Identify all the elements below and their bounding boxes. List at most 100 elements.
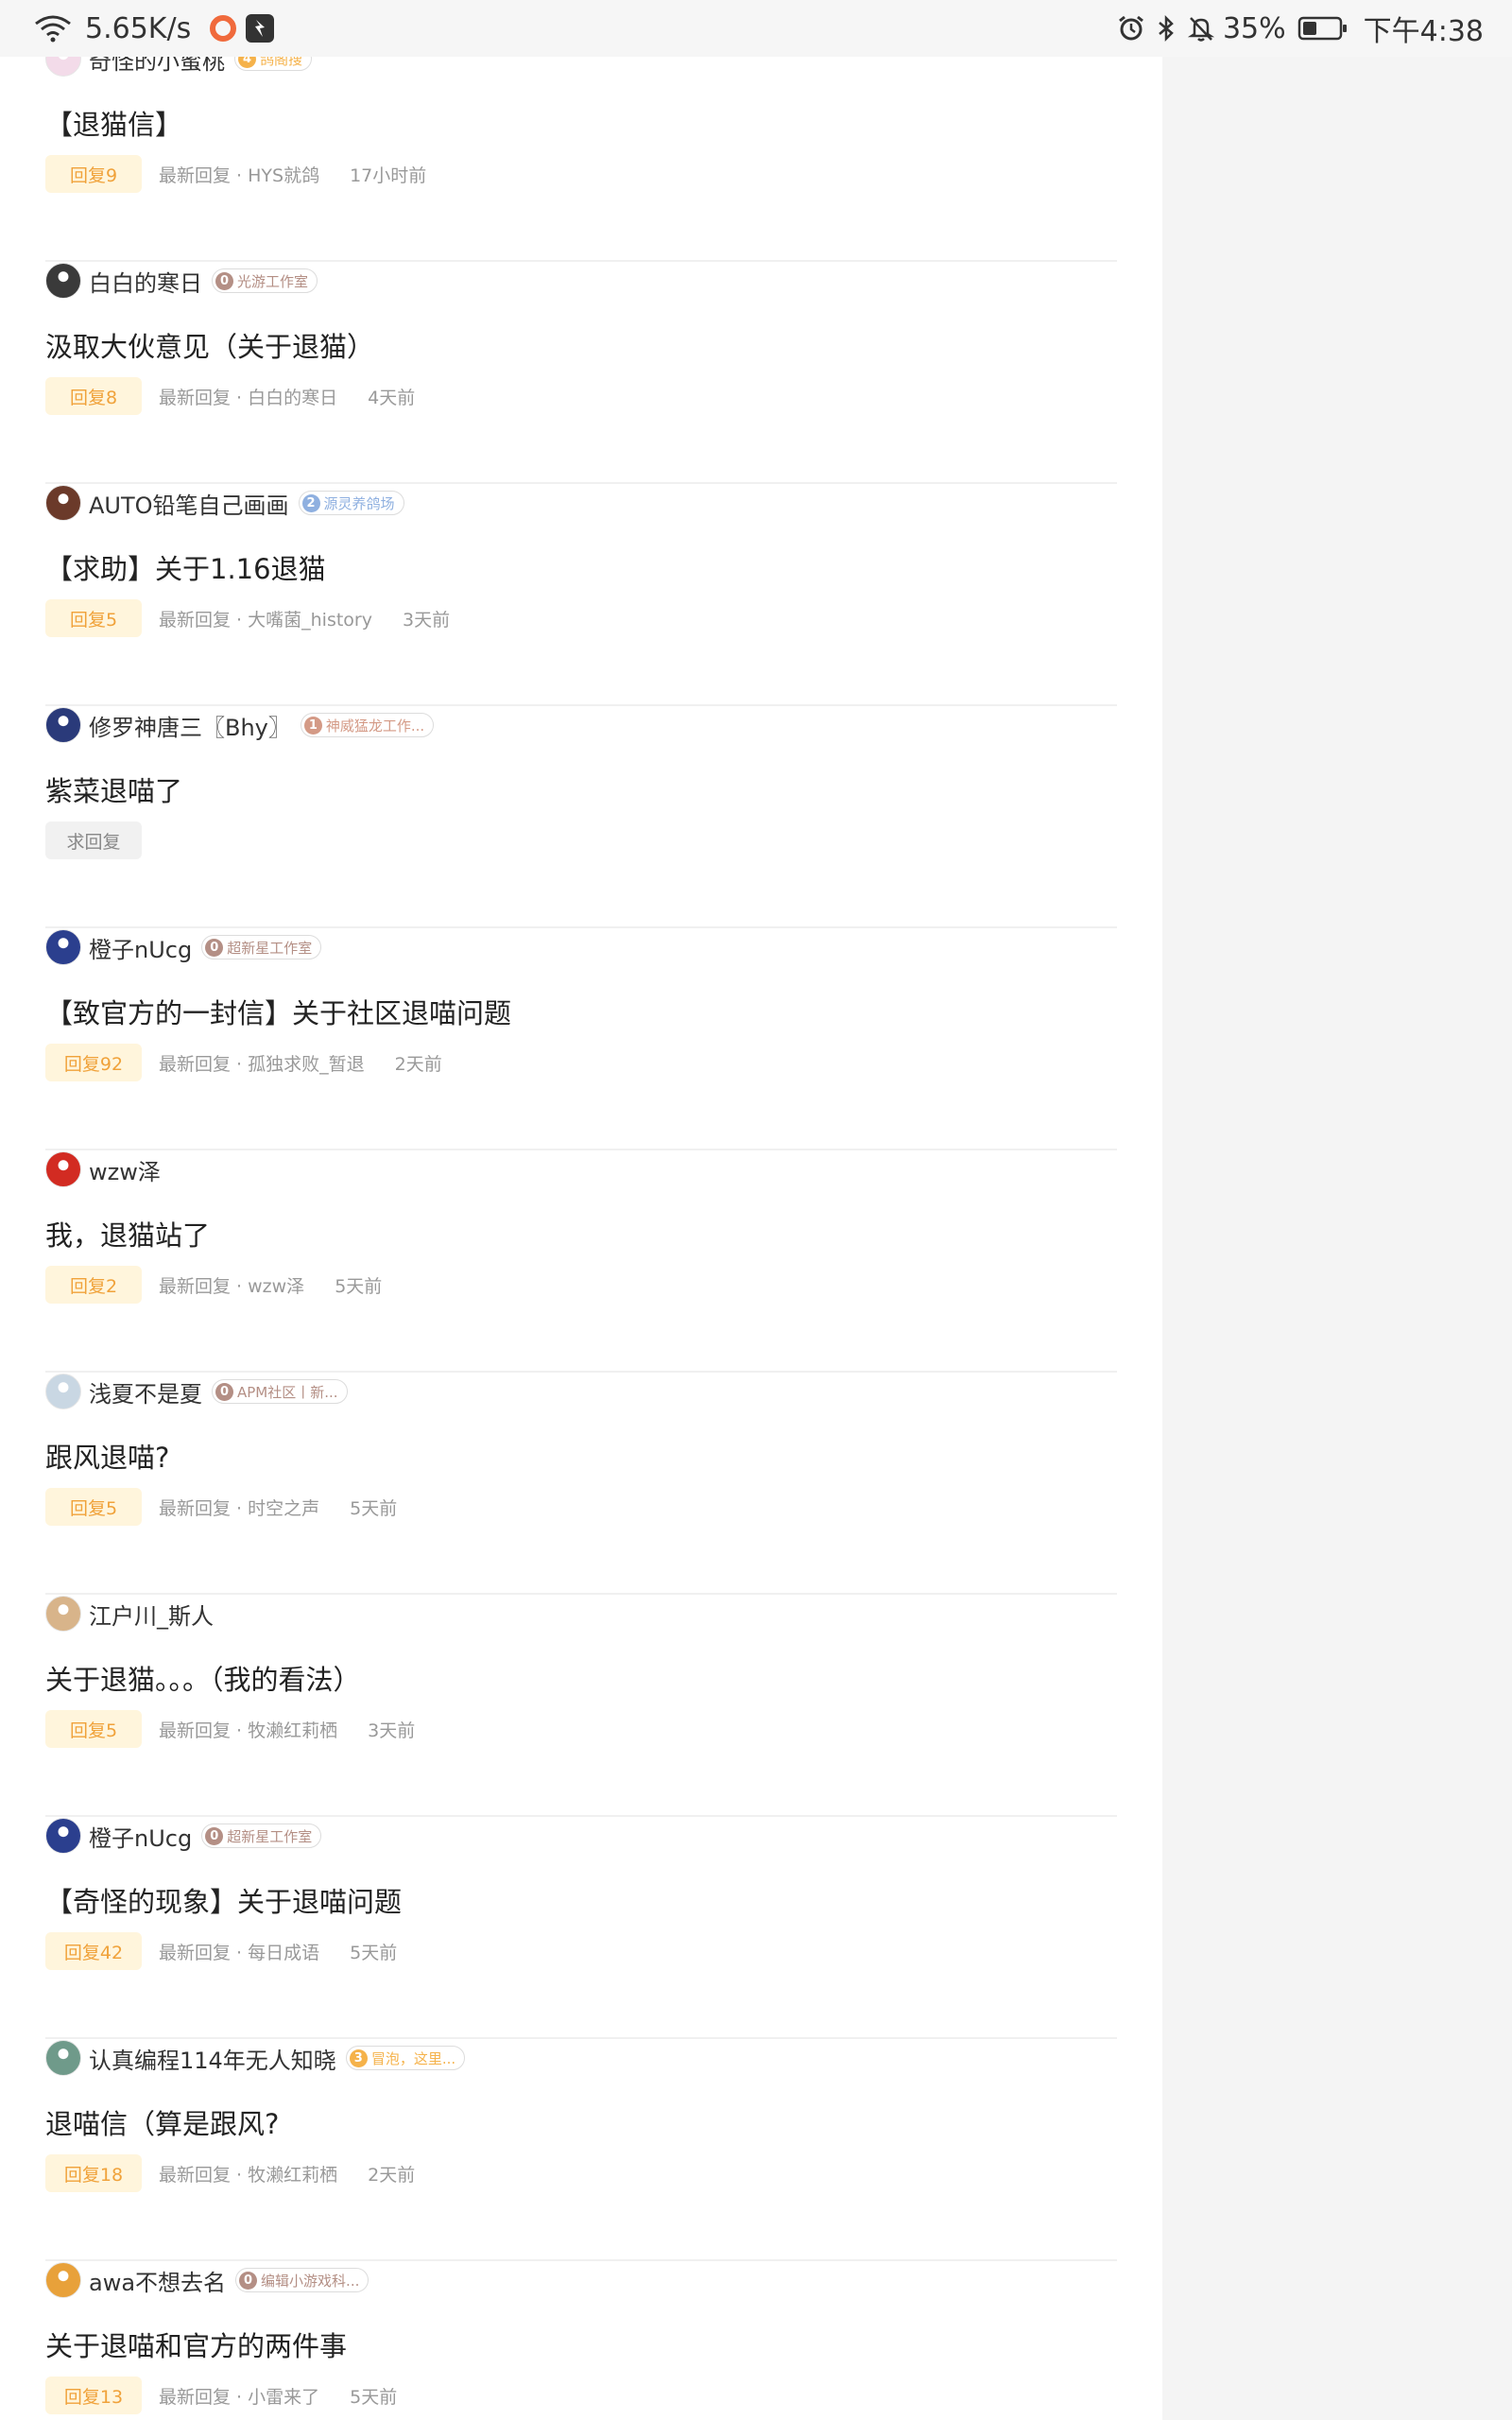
author-name[interactable]: 橙子nUcg [89, 931, 192, 964]
post-item[interactable]: 白白的寒日 0 光游工作室 汲取大伙意见（关于退猫） 回复8 最新回复 · 白白的寒日 4天… [45, 262, 1117, 484]
bluetooth-icon [1157, 14, 1176, 43]
reply-count-badge[interactable]: 回复18 [45, 2154, 142, 2192]
studio-tag[interactable]: 0 超新星工作室 [201, 1824, 322, 1848]
avatar[interactable] [45, 929, 81, 965]
post-title[interactable]: 【奇怪的现象】关于退喵问题 [45, 1880, 402, 1920]
latest-reply-user[interactable]: 大嘴菌_history [248, 610, 372, 631]
latest-reply-user[interactable]: 白白的寒日 [248, 388, 337, 408]
post-item[interactable]: 认真编程114年无人知晓 3 冒泡，这里... 退喵信（算是跟风? 回复18 最新回复 ·… [45, 2039, 1117, 2261]
post-title[interactable]: 关于退猫。。。（我的看法） [45, 1658, 361, 1698]
latest-reply-user[interactable]: 每日成语 [248, 1943, 319, 1963]
latest-reply: 最新回复 · 小雷来了 [159, 2383, 319, 2409]
latest-reply: 最新回复 · HYS就鸽 [159, 162, 319, 187]
avatar[interactable] [45, 1818, 81, 1854]
post-time: 2天前 [368, 2164, 416, 2186]
latest-reply-user[interactable]: wzw泽 [248, 1276, 304, 1297]
latest-reply: 最新回复 · 牧濑红莉栖 [159, 1717, 337, 1742]
post-meta: 回复5 最新回复 · 时空之声 5天前 [45, 1488, 397, 1526]
reply-count-badge[interactable]: 回复5 [45, 1488, 142, 1526]
avatar[interactable] [45, 2262, 81, 2298]
studio-tag[interactable]: 0 光游工作室 [212, 268, 318, 293]
latest-reply-user[interactable]: HYS就鸽 [248, 165, 319, 186]
author-name[interactable]: awa不想去名 [89, 2264, 226, 2297]
latest-reply-user[interactable]: 小雷来了 [248, 2387, 319, 2408]
latest-reply-user[interactable]: 牧濑红莉栖 [248, 1720, 337, 1741]
reply-count-badge[interactable]: 回复8 [45, 377, 142, 415]
studio-tag[interactable]: 1 神威猛龙工作... [300, 713, 435, 737]
post-item[interactable]: 奇怪的小蜜桃 4 鸽阁搜 【退猫信】 回复9 最新回复 · HYS就鸽 17小时前 [45, 40, 1117, 262]
battery-icon [1297, 14, 1349, 43]
latest-reply: 最新回复 · 大嘴菌_history [159, 606, 372, 631]
mute-bell-icon [1187, 14, 1215, 43]
screen: 奇怪的小蜜桃 4 鸽阁搜 【退猫信】 回复9 最新回复 · HYS就鸽 17小时前 白白的寒日… [0, 0, 1512, 2420]
reply-count-badge[interactable]: 求回复 [45, 821, 142, 859]
author-name[interactable]: 认真编程114年无人知晓 [89, 2042, 336, 2075]
author-row: 橙子nUcg 0 超新星工作室 [45, 928, 322, 966]
studio-tag[interactable]: 2 源灵养鸽场 [298, 491, 404, 515]
post-title[interactable]: 紫菜退喵了 [45, 769, 182, 809]
post-title[interactable]: 跟风退喵? [45, 1436, 169, 1476]
studio-tag-label: 编辑小游戏科... [261, 2272, 360, 2290]
author-row: wzw泽 [45, 1150, 161, 1188]
post-item[interactable]: 江户川_斯人 关于退猫。。。（我的看法） 回复5 最新回复 · 牧濑红莉栖 3天前 [45, 1595, 1117, 1817]
studio-tag-label: 神威猛龙工作... [325, 717, 425, 735]
author-row: AUTO铅笔自己画画 2 源灵养鸽场 [45, 484, 404, 522]
reply-count-badge[interactable]: 回复9 [45, 155, 142, 193]
latest-reply-prefix: 最新回复 · [159, 387, 249, 408]
author-name[interactable]: 修罗神唐三〖Bhy〗 [89, 709, 291, 742]
author-name[interactable]: 浅夏不是夏 [89, 1375, 202, 1409]
post-item[interactable]: 修罗神唐三〖Bhy〗 1 神威猛龙工作... 紫菜退喵了求回复 [45, 706, 1117, 928]
reply-count-badge[interactable]: 回复42 [45, 1932, 142, 1970]
post-meta: 回复92 最新回复 · 孤独求败_暂退 2天前 [45, 1044, 442, 1081]
post-title[interactable]: 【求助】关于1.16退猫 [45, 547, 326, 587]
post-item[interactable]: AUTO铅笔自己画画 2 源灵养鸽场【求助】关于1.16退猫 回复5 最新回复 · 大嘴… [45, 484, 1117, 706]
reply-count-badge[interactable]: 回复13 [45, 2377, 142, 2414]
post-title[interactable]: 【致官方的一封信】关于社区退喵问题 [45, 992, 511, 1031]
post-title[interactable]: 退喵信（算是跟风? [45, 2102, 279, 2142]
author-name[interactable]: 白白的寒日 [89, 265, 202, 298]
post-item[interactable]: 橙子nUcg 0 超新星工作室 【奇怪的现象】关于退喵问题 回复42 最新回复 · 每日成… [45, 1817, 1117, 2039]
avatar[interactable] [45, 1151, 81, 1187]
post-item[interactable]: awa不想去名 0 编辑小游戏科... 关于退喵和官方的两件事 回复13 最新回复 · 小… [45, 2261, 1117, 2420]
level-badge: 0 [239, 2271, 258, 2290]
post-feed[interactable]: 奇怪的小蜜桃 4 鸽阁搜 【退猫信】 回复9 最新回复 · HYS就鸽 17小时前 白白的寒日… [0, 0, 1162, 2420]
reply-count-badge[interactable]: 回复5 [45, 1710, 142, 1748]
studio-tag[interactable]: 0 编辑小游戏科... [235, 2268, 369, 2292]
latest-reply-user[interactable]: 时空之声 [248, 1498, 319, 1519]
wifi-icon [34, 14, 72, 43]
latest-reply-user[interactable]: 孤独求败_暂退 [248, 1054, 365, 1075]
latest-reply-prefix: 最新回复 · [159, 1720, 249, 1741]
avatar[interactable] [45, 2040, 81, 2076]
post-title[interactable]: 我，退猫站了 [45, 1214, 210, 1253]
studio-tag-label: 光游工作室 [237, 272, 309, 290]
clock: 下午4:38 [1363, 15, 1484, 48]
post-title[interactable]: 关于退喵和官方的两件事 [45, 2325, 347, 2364]
avatar[interactable] [45, 1374, 81, 1409]
latest-reply-prefix: 最新回复 · [159, 609, 249, 631]
latest-reply-prefix: 最新回复 · [159, 1053, 249, 1075]
post-title[interactable]: 【退猫信】 [45, 103, 182, 143]
latest-reply-user[interactable]: 牧濑红莉栖 [248, 2165, 337, 2186]
avatar[interactable] [45, 263, 81, 299]
post-item[interactable]: 橙子nUcg 0 超新星工作室【致官方的一封信】关于社区退喵问题 回复92 最新回复 ·… [45, 928, 1117, 1150]
studio-tag[interactable]: 3 冒泡，这里... [345, 2046, 466, 2070]
avatar[interactable] [45, 1596, 81, 1632]
post-title[interactable]: 汲取大伙意见（关于退猫） [45, 325, 374, 365]
author-name[interactable]: wzw泽 [89, 1153, 161, 1186]
latest-reply: 最新回复 · 白白的寒日 [159, 384, 337, 409]
post-item[interactable]: wzw泽 我，退猫站了 回复2 最新回复 · wzw泽 5天前 [45, 1150, 1117, 1373]
author-name[interactable]: 江户川_斯人 [89, 1598, 214, 1631]
post-item[interactable]: 浅夏不是夏 0 APM社区丨新... 跟风退喵? 回复5 最新回复 · 时空之声 5天前 [45, 1373, 1117, 1595]
studio-tag[interactable]: 0 APM社区丨新... [212, 1379, 348, 1404]
latest-reply: 最新回复 · 时空之声 [159, 1495, 319, 1520]
reply-count-badge[interactable]: 回复5 [45, 599, 142, 637]
reply-count-badge[interactable]: 回复2 [45, 1266, 142, 1304]
avatar[interactable] [45, 707, 81, 743]
bolt-app-icon [246, 14, 275, 43]
author-name[interactable]: 橙子nUcg [89, 1820, 192, 1853]
avatar[interactable] [45, 485, 81, 521]
post-time: 5天前 [335, 1275, 383, 1297]
author-name[interactable]: AUTO铅笔自己画画 [89, 487, 289, 520]
studio-tag[interactable]: 0 超新星工作室 [201, 935, 322, 959]
reply-count-badge[interactable]: 回复92 [45, 1044, 142, 1081]
